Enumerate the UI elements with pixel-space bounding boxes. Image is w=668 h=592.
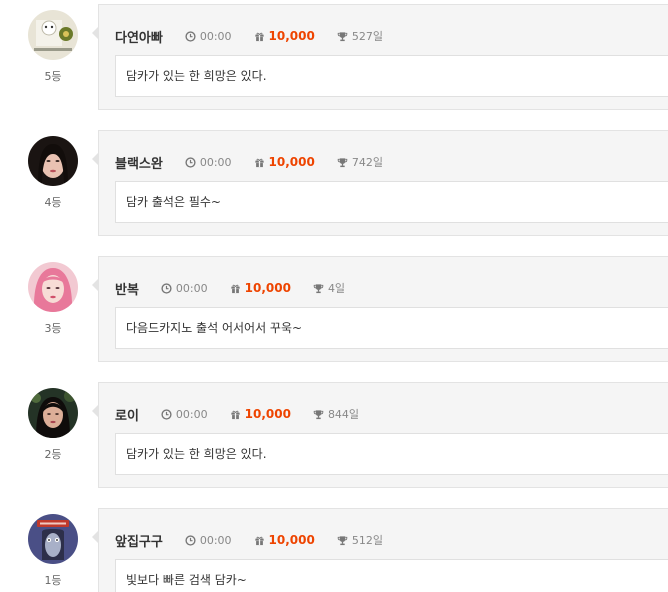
time-text: 00:00: [199, 155, 232, 169]
comment-text: 담카가 있는 한 희망은 있다.: [115, 55, 668, 97]
user-name[interactable]: 블랙스완: [115, 153, 163, 172]
list-item: 1등 앞집구구 00:00 10,000 512일 빛보다 빠른 검색 담카~: [0, 508, 668, 592]
time-info: 00:00: [161, 408, 208, 421]
points-value: 10,000: [268, 155, 315, 169]
list-item: 3등 반복 00:00 10,000 4일 다음드카지노 출석 어서어서 꾸욱~: [0, 256, 668, 362]
points-info: 10,000: [230, 407, 291, 421]
comment-card: 다연아빠 00:00 10,000 527일 담카가 있는 한 희망은 있다.: [98, 4, 668, 110]
gift-icon: [231, 284, 240, 293]
time-info: 00:00: [161, 282, 208, 295]
rank-label: 1등: [44, 574, 62, 587]
streak-info: 4일: [313, 280, 345, 296]
avatar[interactable]: [28, 262, 78, 312]
time-text: 00:00: [175, 281, 208, 295]
gift-icon: [231, 410, 240, 419]
avatar[interactable]: [28, 514, 78, 564]
points-value: 10,000: [244, 407, 291, 421]
streak-info: 512일: [337, 532, 383, 548]
avatar-column: 4등: [28, 136, 78, 210]
avatar-column: 3등: [28, 262, 78, 336]
time-text: 00:00: [175, 407, 208, 421]
avatar-column: 1등: [28, 514, 78, 588]
avatar-column: 5등: [28, 10, 78, 84]
user-name[interactable]: 다연아빠: [115, 27, 163, 46]
user-name[interactable]: 로이: [115, 405, 139, 424]
meta-row: 다연아빠 00:00 10,000 527일: [115, 27, 405, 46]
time-info: 00:00: [185, 156, 232, 169]
time-text: 00:00: [199, 29, 232, 43]
rank-label: 2등: [44, 448, 62, 461]
streak-text: 742일: [351, 156, 383, 169]
trophy-icon: [313, 409, 324, 419]
meta-row: 앞집구구 00:00 10,000 512일: [115, 531, 405, 550]
attendance-list: 5등 다연아빠 00:00 10,000 527일 담카가 있는 한 희망은 있: [0, 0, 668, 592]
streak-text: 844일: [327, 408, 360, 421]
time-info: 00:00: [185, 30, 232, 43]
comment-card: 로이 00:00 10,000 844일 담카가 있는 한 희망은 있다.: [98, 382, 668, 488]
meta-row: 반복 00:00 10,000 4일: [115, 279, 367, 298]
clock-icon: [185, 534, 196, 546]
streak-text: 512일: [351, 534, 383, 547]
comment-text: 담카가 있는 한 희망은 있다.: [115, 433, 668, 475]
points-info: 10,000: [254, 29, 315, 43]
clock-icon: [185, 30, 196, 42]
gift-icon: [254, 158, 264, 167]
streak-info: 844일: [313, 406, 359, 422]
comment-card: 블랙스완 00:00 10,000 742일 담카 출석은 필수~: [98, 130, 668, 236]
comment-text: 담카 출석은 필수~: [115, 181, 668, 223]
comment-text: 빛보다 빠른 검색 담카~: [115, 559, 668, 592]
points-info: 10,000: [254, 155, 315, 169]
trophy-icon: [337, 31, 348, 41]
streak-info: 742일: [337, 154, 383, 170]
time-info: 00:00: [185, 534, 232, 547]
list-item: 2등 로이 00:00 10,000 844일 담카가 있는 한 희망은 있다.: [0, 382, 668, 488]
meta-row: 블랙스완 00:00 10,000 742일: [115, 153, 405, 172]
points-value: 10,000: [268, 533, 315, 547]
gift-icon: [254, 536, 264, 545]
rank-label: 3등: [44, 322, 62, 335]
streak-text: 527일: [351, 30, 383, 43]
avatar-column: 2등: [28, 388, 78, 462]
list-item: 5등 다연아빠 00:00 10,000 527일 담카가 있는 한 희망은 있: [0, 4, 668, 110]
trophy-icon: [313, 283, 324, 293]
rank-label: 5등: [44, 70, 62, 83]
points-value: 10,000: [268, 29, 315, 43]
clock-icon: [161, 408, 172, 420]
comment-card: 반복 00:00 10,000 4일 다음드카지노 출석 어서어서 꾸욱~: [98, 256, 668, 362]
rank-label: 4등: [44, 196, 62, 209]
list-item: 4등 블랙스완 00:00 10,000 742일 담카 출석은 필수~: [0, 130, 668, 236]
clock-icon: [161, 282, 172, 294]
user-name[interactable]: 앞집구구: [115, 531, 163, 550]
points-info: 10,000: [230, 281, 291, 295]
trophy-icon: [337, 157, 348, 167]
comment-text: 다음드카지노 출석 어서어서 꾸욱~: [115, 307, 668, 349]
clock-icon: [185, 156, 196, 168]
points-info: 10,000: [254, 533, 315, 547]
avatar[interactable]: [28, 388, 78, 438]
streak-text: 4일: [327, 282, 346, 295]
comment-card: 앞집구구 00:00 10,000 512일 빛보다 빠른 검색 담카~: [98, 508, 668, 592]
trophy-icon: [337, 535, 348, 545]
meta-row: 로이 00:00 10,000 844일: [115, 405, 381, 424]
avatar[interactable]: [28, 136, 78, 186]
time-text: 00:00: [199, 533, 232, 547]
user-name[interactable]: 반복: [115, 279, 139, 298]
points-value: 10,000: [244, 281, 291, 295]
streak-info: 527일: [337, 28, 383, 44]
gift-icon: [254, 32, 264, 41]
avatar[interactable]: [28, 10, 78, 60]
